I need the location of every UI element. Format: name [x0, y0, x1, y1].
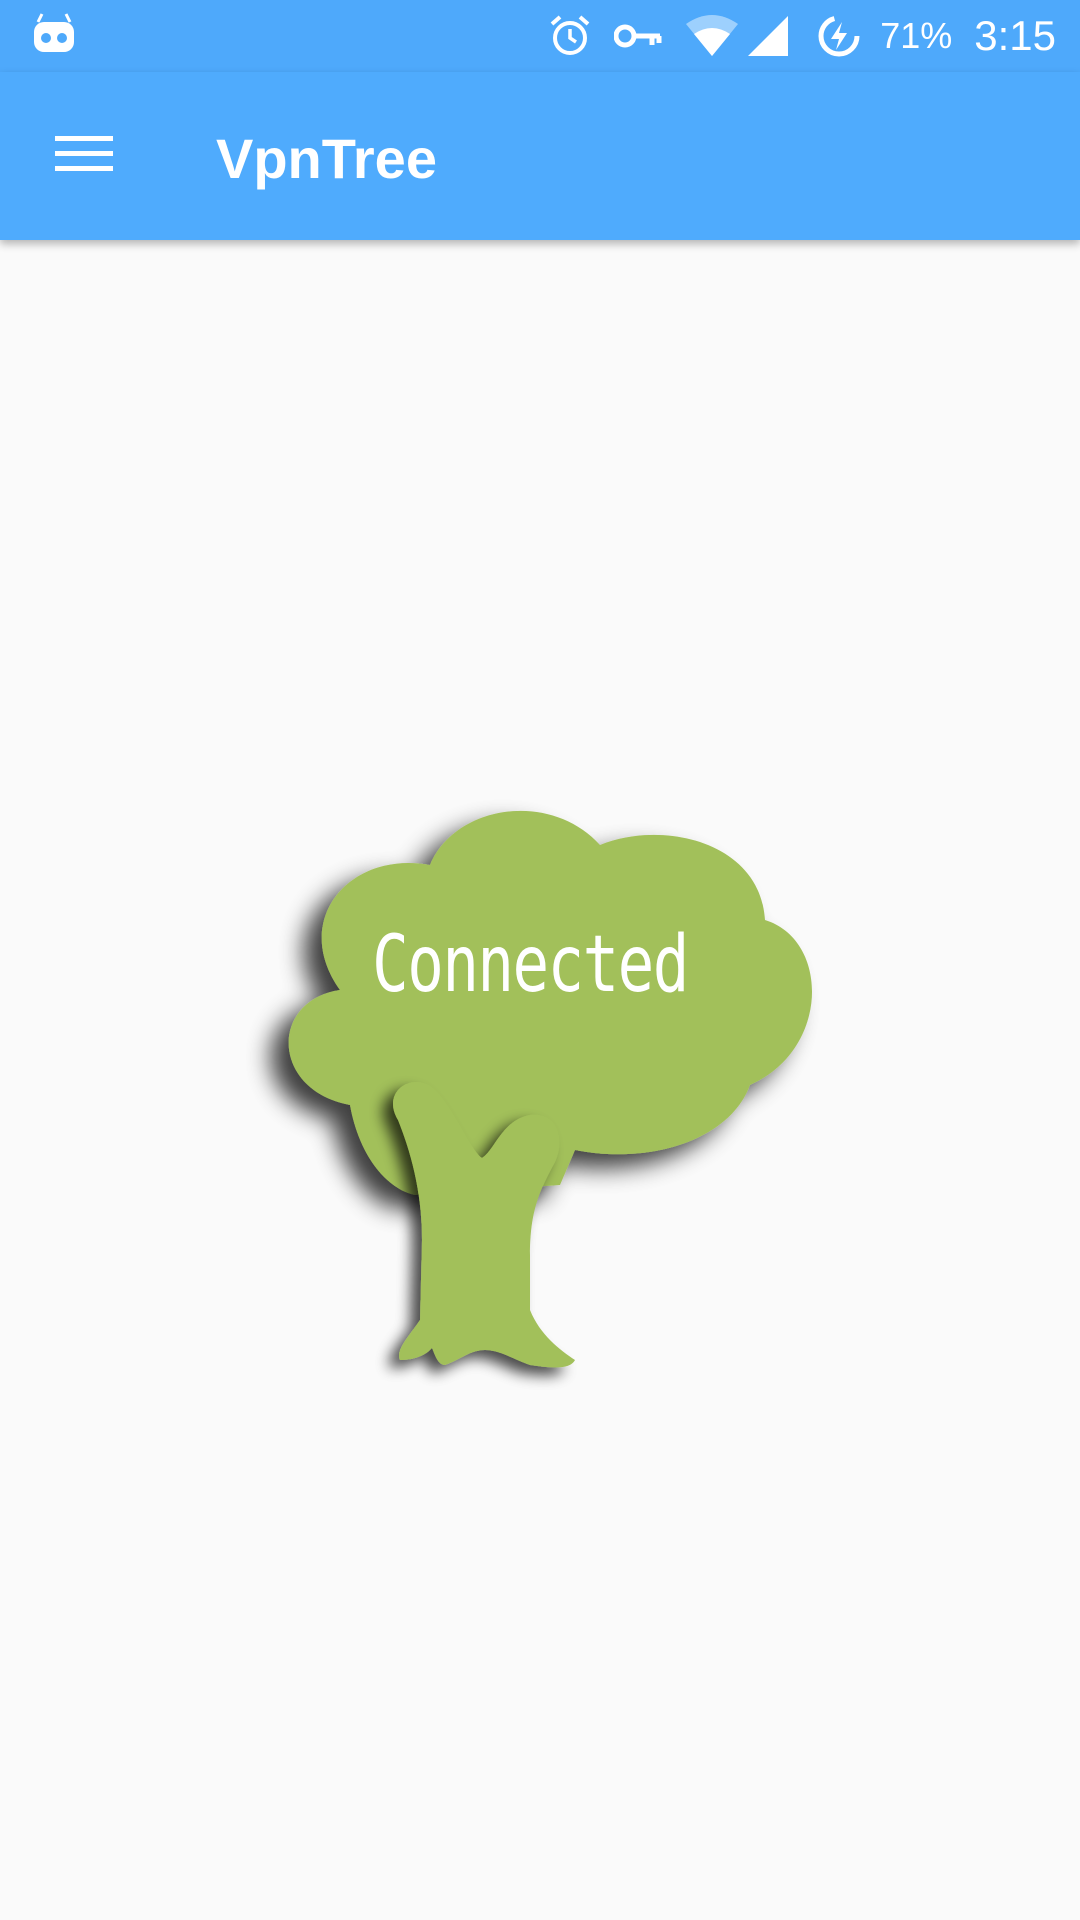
connect-toggle-button[interactable]: Connected	[230, 790, 830, 1390]
vpn-key-icon	[614, 21, 662, 51]
battery-charging-icon	[816, 13, 862, 59]
tree-icon	[288, 810, 813, 1368]
connection-status-label: Connected	[372, 920, 689, 1010]
wifi-icon	[684, 14, 740, 58]
battery-percent: 71%	[880, 15, 953, 56]
menu-button[interactable]	[40, 112, 128, 200]
hamburger-menu-icon	[55, 134, 113, 179]
status-icons: 71% 3:15	[526, 0, 1056, 72]
status-bar: 71% 3:15	[0, 0, 1080, 72]
app-title: VpnTree	[216, 127, 437, 190]
alarm-icon	[548, 14, 592, 58]
cyanogen-bot-icon	[30, 12, 78, 60]
cell-signal-icon	[746, 14, 790, 58]
clock: 3:15	[974, 12, 1056, 59]
app-bar: VpnTree	[0, 72, 1080, 240]
